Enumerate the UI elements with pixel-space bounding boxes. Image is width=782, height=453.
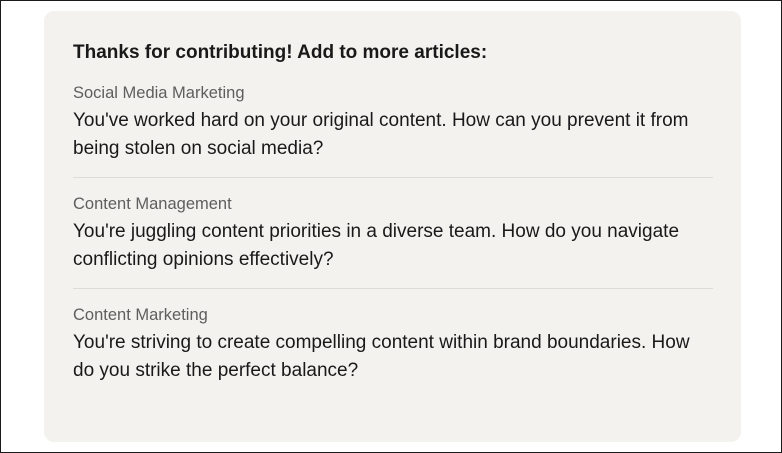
article-topic: Content Marketing — [73, 306, 208, 324]
article-item-social-media-marketing[interactable]: Social Media Marketing You've worked har… — [73, 82, 713, 163]
card-heading: Thanks for contributing! Add to more art… — [73, 42, 488, 63]
article-item-content-marketing[interactable]: Content Marketing You're striving to cre… — [73, 288, 713, 385]
screenshot-frame: Thanks for contributing! Add to more art… — [0, 0, 782, 453]
article-item-content-management[interactable]: Content Management You're juggling conte… — [73, 177, 713, 274]
article-question-link[interactable]: You're striving to create compelling con… — [73, 329, 713, 385]
article-question-link[interactable]: You're juggling content priorities in a … — [73, 218, 713, 274]
article-question-link[interactable]: You've worked hard on your original cont… — [73, 107, 713, 163]
article-list: Social Media Marketing You've worked har… — [73, 82, 713, 385]
contribution-card: Thanks for contributing! Add to more art… — [44, 11, 741, 442]
article-topic: Social Media Marketing — [73, 84, 245, 102]
article-topic: Content Management — [73, 195, 232, 213]
